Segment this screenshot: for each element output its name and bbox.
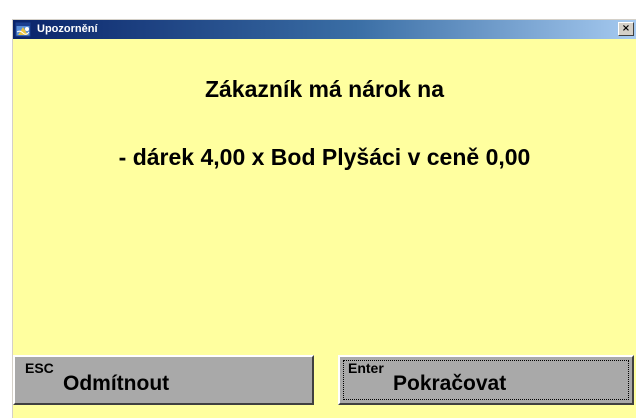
continue-button[interactable]: Enter Pokračovat <box>338 355 634 405</box>
dialog-title: Upozornění <box>37 23 98 35</box>
reject-label: Odmítnout <box>63 372 170 395</box>
message-line-1: Zákazník má nárok na <box>204 76 445 102</box>
close-button[interactable]: × <box>618 22 634 36</box>
app-window-icon <box>15 21 32 38</box>
warning-dialog: Upozornění × Zákazník má nárok na - dáre… <box>12 19 636 418</box>
reject-button[interactable]: ESC Odmítnout <box>13 355 314 405</box>
message-line-2: - dárek 4,00 x Bod Plyšáci v ceně 0,00 <box>118 144 531 170</box>
reject-hotkey: ESC <box>25 360 54 376</box>
title-bar[interactable]: Upozornění × <box>13 20 636 39</box>
continue-hotkey: Enter <box>348 360 384 376</box>
close-icon: × <box>621 23 631 34</box>
continue-label: Pokračovat <box>393 372 507 395</box>
